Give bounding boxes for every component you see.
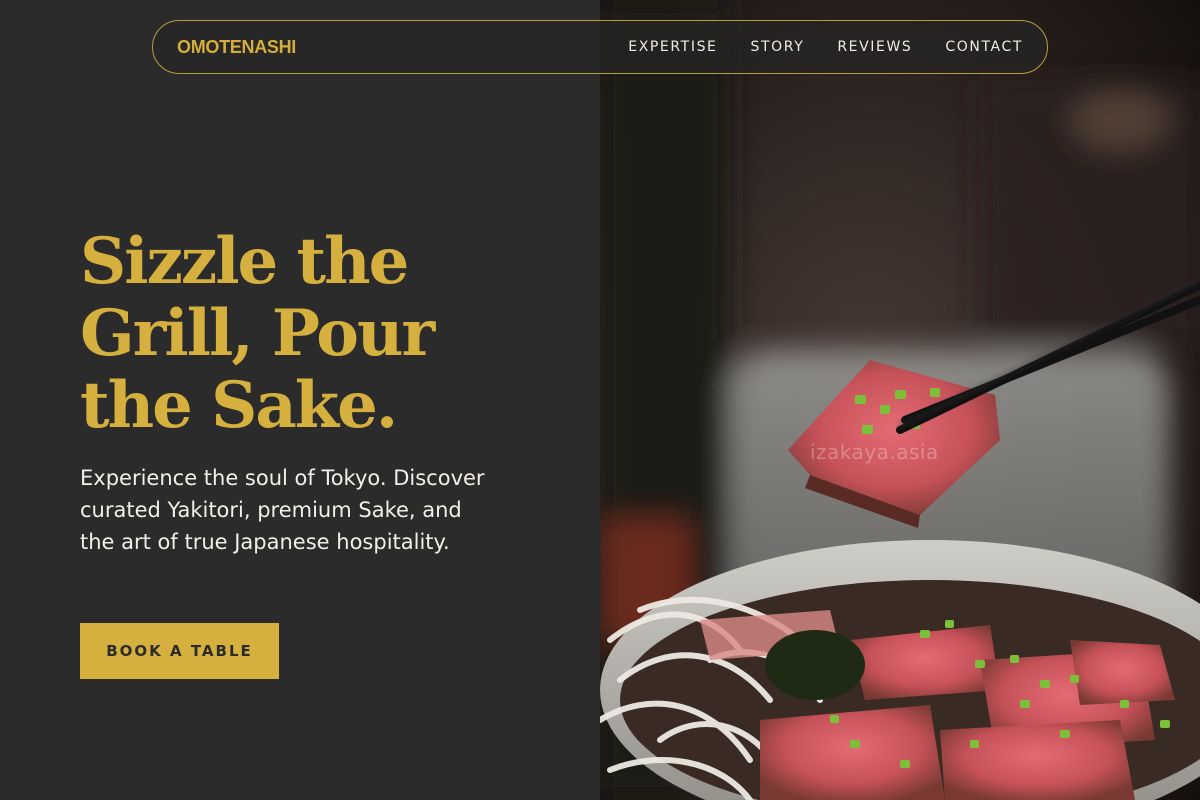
nav-links: EXPERTISE STORY REVIEWS CONTACT xyxy=(628,38,1023,56)
hero-title: Sizzle the Grill, Pour the Sake. xyxy=(80,224,435,443)
image-watermark: izakaya.asia xyxy=(810,440,939,464)
hero-subtitle: Experience the soul of Tokyo. Discover c… xyxy=(80,466,485,554)
brand-logo[interactable]: OMOTENASHI xyxy=(177,37,296,58)
nav-link-story[interactable]: STORY xyxy=(751,39,805,55)
book-table-button[interactable]: BOOK A TABLE xyxy=(80,623,279,679)
nav-link-contact[interactable]: CONTACT xyxy=(945,39,1023,55)
nav-link-expertise[interactable]: EXPERTISE xyxy=(628,39,717,55)
navbar: OMOTENASHI EXPERTISE STORY REVIEWS CONTA… xyxy=(152,20,1048,74)
nav-link-reviews[interactable]: REVIEWS xyxy=(837,39,912,55)
hero-image xyxy=(600,0,1200,800)
